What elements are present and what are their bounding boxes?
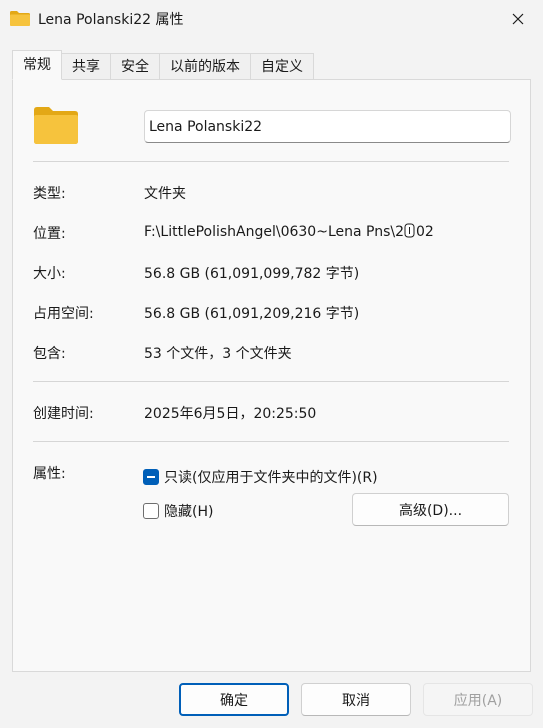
location-value-start: F:\LittlePolishAngel\0630~Lena Pns\2 <box>144 224 404 240</box>
tab-security[interactable]: 安全 <box>111 53 160 80</box>
contains-value: 53 个文件，3 个文件夹 <box>144 346 292 362</box>
window-title: Lena Polanski22 属性 <box>38 12 184 28</box>
hidden-checkbox-row[interactable]: 隐藏(H) <box>143 501 213 521</box>
general-panel: 类型: 文件夹 位置: F:\LittlePolishAngel\0630~Le… <box>12 79 531 672</box>
tab-sharing[interactable]: 共享 <box>62 53 111 80</box>
created-value: 2025年6月5日，20:25:50 <box>144 406 317 422</box>
ok-button[interactable]: 确定 <box>179 683 289 716</box>
advanced-button[interactable]: 高级(D)... <box>352 493 509 526</box>
close-button[interactable] <box>503 5 533 33</box>
tab-customize[interactable]: 自定义 <box>251 53 314 80</box>
tab-general[interactable]: 常规 <box>12 50 62 80</box>
tab-previous-versions[interactable]: 以前的版本 <box>160 53 251 80</box>
disk-size-label: 占用空间: <box>33 306 94 322</box>
size-label: 大小: <box>33 266 66 282</box>
tab-strip: 常规 共享 安全 以前的版本 自定义 <box>12 50 314 80</box>
cancel-button[interactable]: 取消 <box>301 683 411 716</box>
size-value: 56.8 GB (61,091,099,782 字节) <box>144 266 360 282</box>
readonly-checkbox[interactable] <box>143 469 159 485</box>
properties-dialog: Lena Polanski22 属性 常规 共享 安全 以前的版本 自定义 类型… <box>0 0 543 728</box>
text-cursor-icon <box>404 223 415 238</box>
location-label: 位置: <box>33 226 66 242</box>
divider <box>33 441 509 442</box>
divider <box>33 381 509 382</box>
type-label: 类型: <box>33 186 66 202</box>
close-icon <box>512 13 524 25</box>
attributes-label: 属性: <box>33 466 66 482</box>
location-value: F:\LittlePolishAngel\0630~Lena Pns\2 02 <box>144 223 434 240</box>
hidden-label: 隐藏(H) <box>164 504 214 520</box>
disk-size-value: 56.8 GB (61,091,209,216 字节) <box>144 306 360 322</box>
type-value: 文件夹 <box>144 186 186 202</box>
divider <box>33 161 509 162</box>
hidden-checkbox[interactable] <box>143 503 159 519</box>
created-label: 创建时间: <box>33 406 94 422</box>
contains-label: 包含: <box>33 346 66 362</box>
folder-name-input[interactable] <box>144 110 511 143</box>
location-value-end: 02 <box>416 224 434 240</box>
folder-icon <box>34 107 78 144</box>
apply-button[interactable]: 应用(A) <box>423 683 533 716</box>
folder-icon <box>10 11 30 26</box>
readonly-checkbox-row[interactable]: 只读(仅应用于文件夹中的文件)(R) <box>143 467 378 487</box>
title-bar[interactable]: Lena Polanski22 属性 <box>0 0 543 38</box>
readonly-label: 只读(仅应用于文件夹中的文件)(R) <box>164 470 378 486</box>
